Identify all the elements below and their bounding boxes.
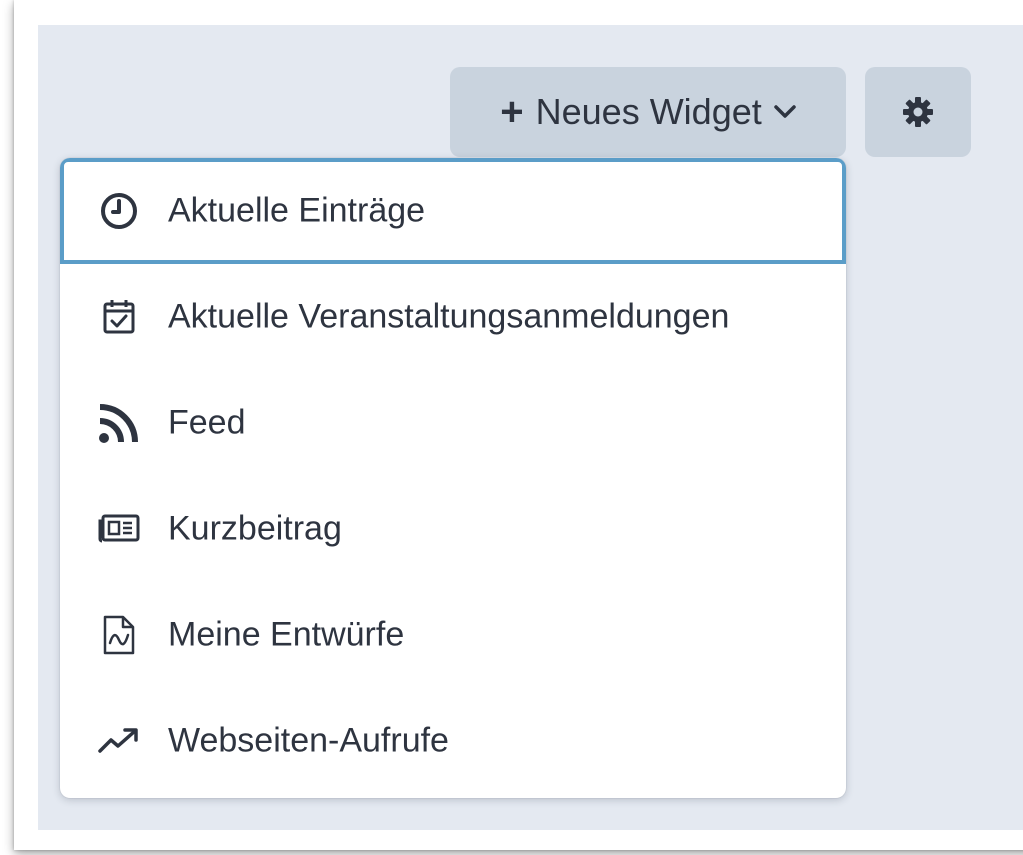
newspaper-icon [96, 506, 142, 552]
menu-item-feed[interactable]: Feed [60, 370, 846, 476]
new-widget-button[interactable]: + Neues Widget [450, 67, 846, 157]
menu-item-label: Feed [168, 403, 246, 442]
menu-item-label: Aktuelle Veranstaltungsanmeldungen [168, 297, 730, 336]
rss-icon [96, 400, 142, 446]
trending-up-icon [96, 718, 142, 764]
new-widget-dropdown-menu: Aktuelle Einträge Aktuelle Veranstaltung… [60, 158, 846, 798]
new-widget-label: Neues Widget [535, 91, 762, 132]
calendar-check-icon [96, 294, 142, 340]
menu-item-webseiten-aufrufe[interactable]: Webseiten-Aufrufe [60, 688, 846, 794]
menu-item-meine-entwuerfe[interactable]: Meine Entwürfe [60, 582, 846, 688]
menu-item-label: Kurzbeitrag [168, 509, 342, 548]
gear-icon [902, 96, 934, 128]
menu-item-label: Meine Entwürfe [168, 615, 405, 654]
menu-item-label: Webseiten-Aufrufe [168, 721, 449, 760]
clock-icon [96, 188, 142, 234]
menu-item-label: Aktuelle Einträge [168, 191, 426, 230]
settings-button[interactable] [865, 67, 971, 157]
menu-item-aktuelle-eintraege[interactable]: Aktuelle Einträge [60, 158, 846, 264]
menu-item-veranstaltungsanmeldungen[interactable]: Aktuelle Veranstaltungsanmeldungen [60, 264, 846, 370]
draft-file-icon [96, 612, 142, 658]
chevron-down-icon [773, 105, 796, 119]
plus-icon: + [500, 90, 524, 134]
menu-item-kurzbeitrag[interactable]: Kurzbeitrag [60, 476, 846, 582]
